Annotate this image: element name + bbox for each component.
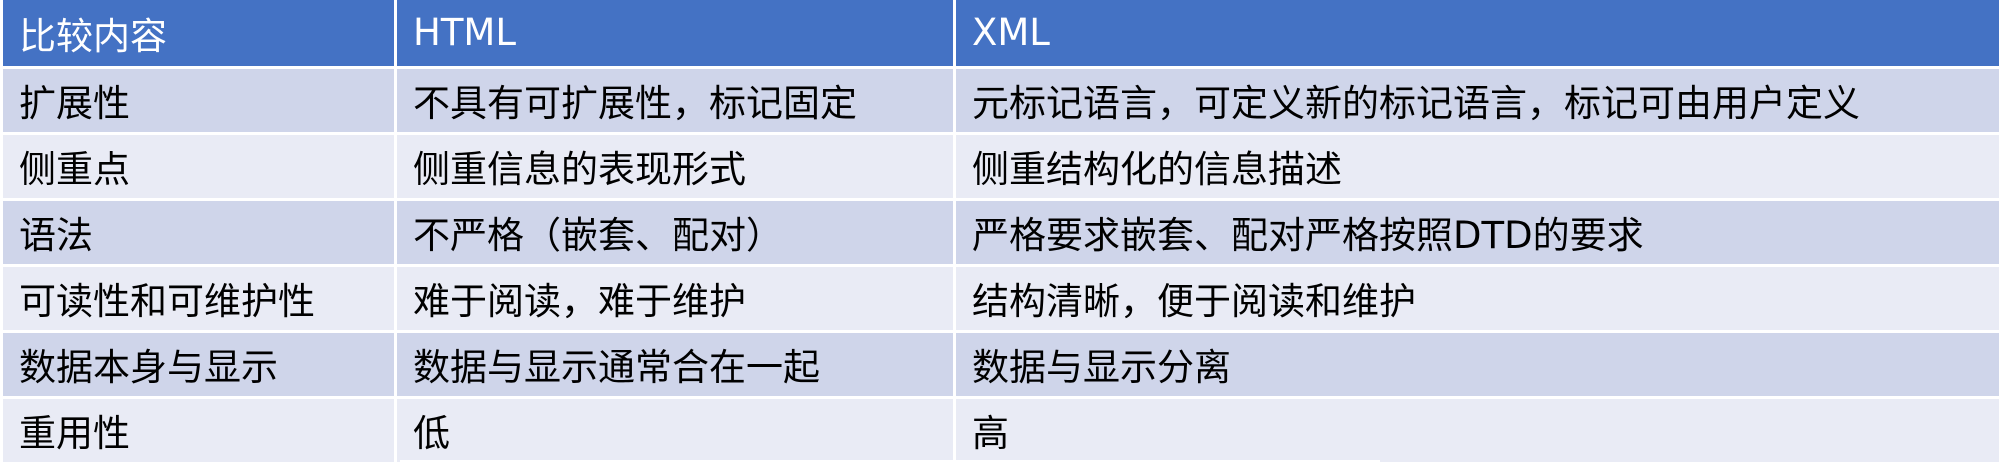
row-criteria-cell: 数据本身与显示 — [0, 331, 397, 399]
header-cell-criteria: 比较内容 — [0, 0, 397, 69]
row-xml-cell: 严格要求嵌套、配对严格按照DTD的要求 — [953, 199, 1999, 267]
row-criteria-cell: 语法 — [0, 199, 397, 267]
header-cell-xml: XML — [953, 0, 1999, 69]
table-row: 语法 不严格（嵌套、配对） 严格要求嵌套、配对严格按照DTD的要求 — [0, 199, 1999, 267]
row-html-cell: 数据与显示通常合在一起 — [394, 331, 956, 399]
row-criteria-cell: 重用性 — [0, 397, 397, 465]
table-row: 侧重点 侧重信息的表现形式 侧重结构化的信息描述 — [0, 133, 1999, 201]
comparison-table-container: 比较内容 HTML XML 扩展性 不具有可扩展性，标记固定 元标记语言，可定义… — [0, 0, 1999, 467]
table-row: 扩展性 不具有可扩展性，标记固定 元标记语言，可定义新的标记语言，标记可由用户定… — [0, 67, 1999, 135]
row-xml-cell: 结构清晰，便于阅读和维护 — [953, 265, 1999, 333]
row-html-cell: 不严格（嵌套、配对） — [394, 199, 956, 267]
row-criteria-cell: 侧重点 — [0, 133, 397, 201]
row-html-cell: 难于阅读，难于维护 — [394, 265, 956, 333]
row-xml-cell: 高 — [953, 397, 1999, 465]
row-html-cell: 不具有可扩展性，标记固定 — [394, 67, 956, 135]
header-cell-html: HTML — [394, 0, 956, 69]
bottom-edge-strip — [400, 460, 1380, 467]
table-row: 可读性和可维护性 难于阅读，难于维护 结构清晰，便于阅读和维护 — [0, 265, 1999, 333]
table-row: 数据本身与显示 数据与显示通常合在一起 数据与显示分离 — [0, 331, 1999, 399]
row-criteria-cell: 扩展性 — [0, 67, 397, 135]
row-criteria-cell: 可读性和可维护性 — [0, 265, 397, 333]
row-xml-cell: 数据与显示分离 — [953, 331, 1999, 399]
table-header-row: 比较内容 HTML XML — [0, 0, 1999, 69]
html-xml-comparison-table: 比较内容 HTML XML 扩展性 不具有可扩展性，标记固定 元标记语言，可定义… — [0, 0, 1999, 465]
row-xml-cell: 侧重结构化的信息描述 — [953, 133, 1999, 201]
row-xml-cell: 元标记语言，可定义新的标记语言，标记可由用户定义 — [953, 67, 1999, 135]
row-html-cell: 低 — [394, 397, 956, 465]
table-row: 重用性 低 高 — [0, 397, 1999, 465]
row-html-cell: 侧重信息的表现形式 — [394, 133, 956, 201]
